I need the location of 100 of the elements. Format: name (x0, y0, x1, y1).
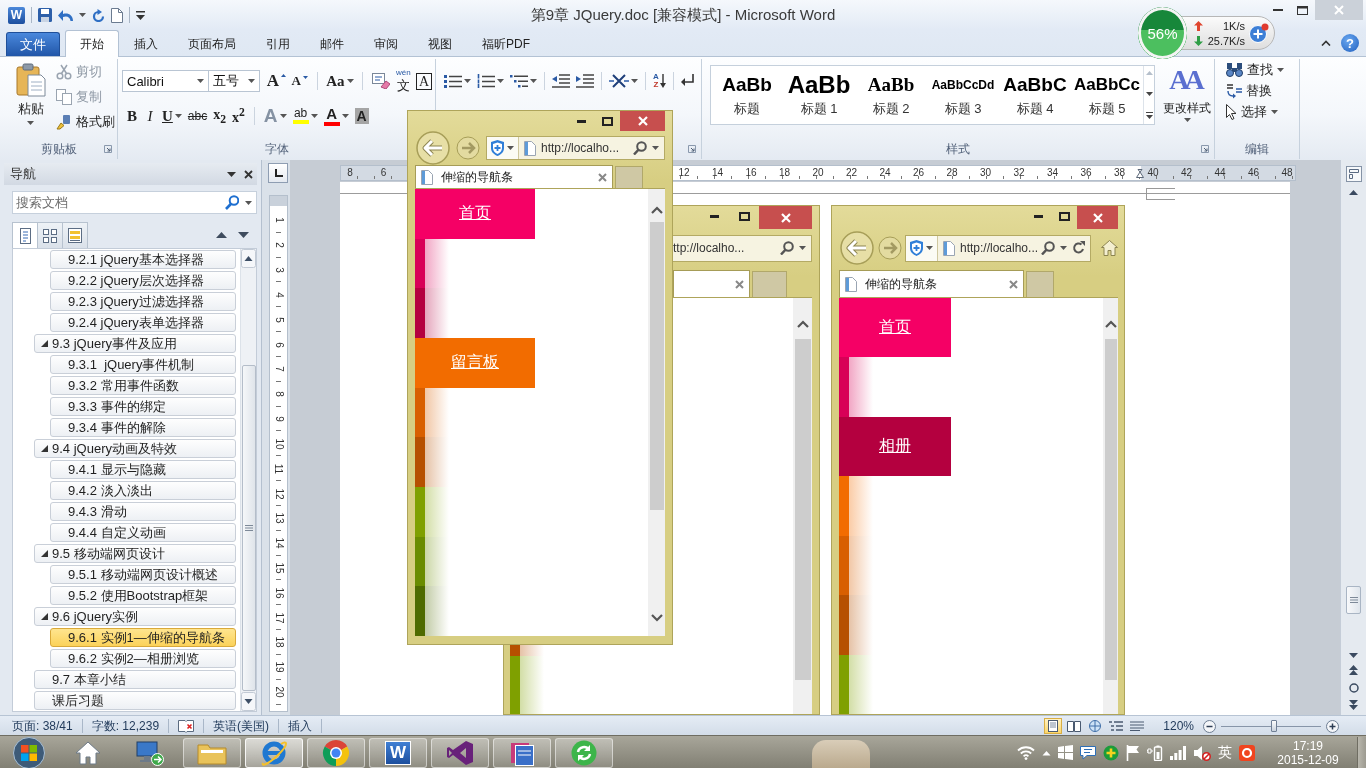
ribbon-tab[interactable]: 引用 (251, 32, 305, 56)
nav-strip[interactable] (415, 387, 449, 438)
font-name-field[interactable]: Calibri (122, 70, 209, 92)
scroll-up-icon[interactable] (1349, 190, 1358, 195)
phonetic-guide-button[interactable]: wén 文 (393, 70, 414, 92)
grow-font-button[interactable]: A (264, 70, 289, 92)
heading-item[interactable]: 9.4.2 淡入淡出 (50, 481, 236, 500)
scrollbar-thumb[interactable] (649, 222, 664, 510)
style-gallery-item[interactable]: AaBb 标题 (711, 66, 783, 124)
dialog-launcher-icon[interactable] (104, 145, 112, 153)
scroll-up-icon[interactable] (650, 206, 663, 214)
heading-item[interactable]: 9.3 jQuery事件及应用 (34, 334, 236, 353)
security-button[interactable] (906, 235, 938, 261)
view-button[interactable] (1107, 718, 1126, 734)
ribbon-tab[interactable]: 文件 (6, 32, 60, 56)
heading-item[interactable]: 9.4 jQuery动画及特效 (34, 439, 236, 458)
caret-icon[interactable] (464, 79, 471, 83)
font-size-field[interactable]: 五号 (207, 70, 261, 92)
find-button[interactable]: 查找 (1224, 59, 1286, 80)
replace-button[interactable]: 替换 (1224, 80, 1286, 101)
signal-bars-icon[interactable] (1170, 745, 1186, 760)
back-icon[interactable] (416, 131, 450, 165)
nav-strip[interactable] (415, 238, 449, 289)
expanded-triangle-icon[interactable] (41, 340, 48, 347)
ribbon-tab[interactable]: 审阅 (359, 32, 413, 56)
plus-badge-icon[interactable] (1249, 23, 1269, 43)
heading-item[interactable]: 9.5 移动端网页设计 (34, 544, 236, 563)
slider-thumb[interactable] (1271, 720, 1277, 732)
strikethrough-button[interactable]: abc (184, 105, 211, 127)
expanded-triangle-icon[interactable] (41, 550, 48, 557)
nav-strip[interactable] (415, 586, 449, 636)
numbered-list-icon[interactable] (477, 74, 495, 88)
ribbon-tab[interactable]: 视图 (413, 32, 467, 56)
home-icon[interactable] (1101, 240, 1118, 256)
character-border-button[interactable]: A (413, 70, 435, 92)
nav-strip[interactable] (839, 535, 873, 596)
redo-icon[interactable] (92, 8, 105, 22)
scrollbar-thumb[interactable] (1346, 586, 1361, 614)
up-triangle-icon[interactable] (216, 232, 227, 238)
scrollbar[interactable] (1340, 160, 1366, 715)
close-tab-icon[interactable] (1009, 279, 1018, 289)
maximize-icon[interactable] (601, 116, 613, 126)
minimize-icon[interactable] (709, 214, 719, 218)
heading-item[interactable]: 9.6.2 实例2—相册浏览 (50, 649, 236, 668)
nav-strip[interactable] (839, 654, 873, 714)
four-panes-icon[interactable] (1058, 745, 1073, 760)
select-button[interactable]: 选择 (1224, 101, 1286, 122)
flag-icon[interactable] (1126, 744, 1140, 761)
search-icon[interactable] (225, 195, 239, 210)
caret-icon[interactable] (530, 79, 537, 83)
scrollbar[interactable] (240, 249, 256, 711)
nav-menu-item[interactable]: 首页 (839, 298, 951, 358)
refresh-icon[interactable] (1072, 241, 1085, 255)
maximize-icon[interactable] (1297, 5, 1308, 15)
address-bar[interactable]: http://localho... (486, 136, 665, 160)
heading-item[interactable]: 9.2.1 jQuery基本选择器 (50, 250, 236, 269)
ring-tile-icon[interactable] (1239, 744, 1255, 761)
heading-item[interactable]: 9.2.4 jQuery表单选择器 (50, 313, 236, 332)
heading-item[interactable]: 9.4.4 自定义动画 (50, 523, 236, 542)
start-orb-icon[interactable] (10, 736, 48, 768)
indent-marker-icon[interactable] (1136, 169, 1144, 178)
collapse-ribbon-icon[interactable] (1321, 40, 1331, 46)
nav-strip[interactable] (839, 595, 873, 655)
minimize-icon[interactable] (576, 119, 586, 123)
customize-icon[interactable] (136, 10, 145, 20)
taskbar-button[interactable] (555, 737, 613, 768)
ribbon-tab[interactable]: 邮件 (305, 32, 359, 56)
page-count[interactable]: 页面: 38/41 (0, 719, 83, 733)
next-page-icon[interactable] (1349, 700, 1358, 710)
wifi-icon[interactable] (1017, 745, 1035, 760)
new-document-icon[interactable] (111, 7, 123, 23)
highlight-button[interactable]: ab (289, 105, 321, 127)
taskbar-button[interactable] (431, 737, 489, 768)
dialog-launcher-icon[interactable] (1201, 145, 1209, 153)
nav-menu-item[interactable]: 首页 (415, 189, 535, 239)
scroll-down-icon[interactable] (1349, 653, 1358, 658)
heading-item[interactable]: 9.2.2 jQuery层次选择器 (50, 271, 236, 290)
superscript-button[interactable]: x$^{2}$ (229, 105, 248, 127)
taskbar-button[interactable] (307, 737, 365, 768)
zoom-level[interactable]: 120% (1163, 719, 1194, 733)
decrease-indent-icon[interactable] (552, 74, 570, 88)
show-desktop-button[interactable] (1357, 736, 1366, 768)
taskbar-button[interactable] (245, 737, 303, 768)
letter-tile-icon[interactable]: W (8, 6, 25, 24)
caret-icon[interactable] (652, 146, 659, 150)
view-tab[interactable] (62, 222, 88, 248)
clear-formatting-icon[interactable] (372, 73, 391, 89)
heading-item[interactable]: 9.5.1 移动端网页设计概述 (50, 565, 236, 584)
paste-button[interactable]: 粘贴 (12, 63, 49, 140)
expanded-triangle-icon[interactable] (41, 445, 48, 452)
close-tab-icon[interactable] (598, 172, 607, 182)
taskbar-button[interactable] (493, 737, 551, 768)
nav-strip[interactable] (839, 357, 873, 417)
back-icon[interactable] (840, 231, 874, 265)
security-button[interactable] (487, 137, 519, 159)
word-count[interactable]: 字数: 12,239 (82, 719, 170, 733)
caret-icon[interactable] (341, 114, 349, 118)
bold-button[interactable]: B (123, 105, 141, 127)
heading-item[interactable]: 9.6 jQuery实例 (34, 607, 236, 626)
caret-icon[interactable] (174, 114, 182, 118)
